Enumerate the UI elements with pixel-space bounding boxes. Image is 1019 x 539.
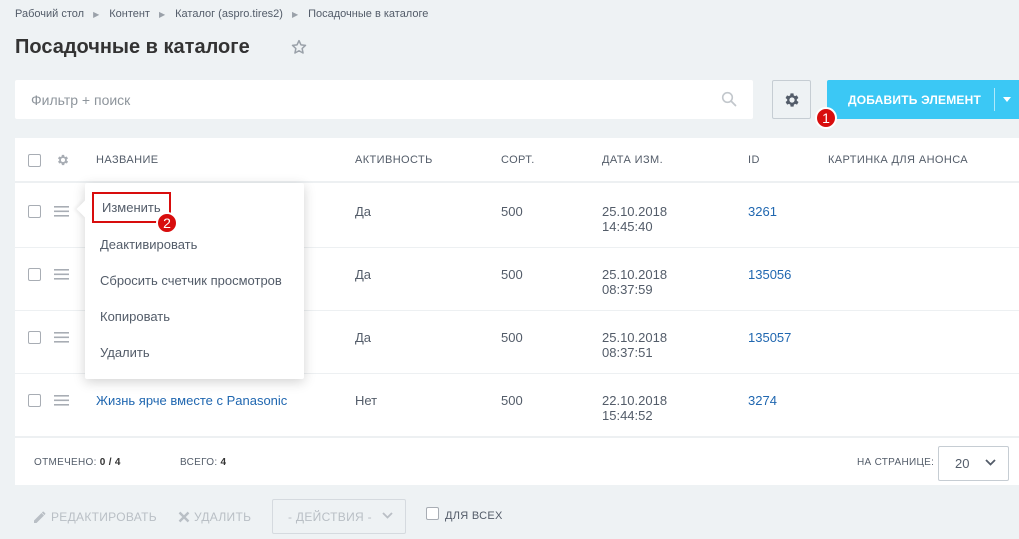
row-date: 25.10.2018 14:45:40 bbox=[602, 204, 667, 234]
row-name[interactable]: Жизнь ярче вместе с Panasonic bbox=[96, 393, 287, 408]
row-id[interactable]: 3261 bbox=[748, 204, 777, 219]
select-all-checkbox[interactable] bbox=[28, 154, 41, 167]
breadcrumb-item-current[interactable]: Посадочные в каталоге bbox=[308, 8, 428, 20]
delete-action-label: УДАЛИТЬ bbox=[194, 510, 252, 524]
breadcrumb: Рабочий стол ▶ Контент ▶ Каталог (aspro.… bbox=[15, 8, 428, 20]
annotation-marker-2: 2 bbox=[156, 212, 178, 234]
column-header-date[interactable]: ДАТА ИЗМ. bbox=[602, 154, 663, 166]
breadcrumb-separator-icon: ▶ bbox=[291, 9, 299, 19]
row-id[interactable]: 135057 bbox=[748, 330, 791, 345]
row-date-time: 08:37:51 bbox=[602, 345, 653, 360]
edit-action-button[interactable]: РЕДАКТИРОВАТЬ bbox=[33, 510, 157, 524]
breadcrumb-item-catalog[interactable]: Каталог (aspro.tires2) bbox=[175, 8, 283, 20]
menu-item-reset-views[interactable]: Сбросить счетчик просмотров bbox=[100, 273, 282, 288]
caret-down-icon bbox=[1003, 97, 1011, 102]
close-icon bbox=[178, 511, 190, 523]
chevron-down-icon bbox=[382, 512, 393, 519]
edit-action-label: РЕДАКТИРОВАТЬ bbox=[51, 510, 157, 524]
row-date-time: 14:45:40 bbox=[602, 219, 653, 234]
row-date-time: 08:37:59 bbox=[602, 282, 653, 297]
row-checkbox[interactable] bbox=[28, 268, 41, 281]
row-date: 25.10.2018 08:37:51 bbox=[602, 330, 667, 360]
checked-value: 0 / 4 bbox=[99, 457, 121, 468]
column-settings-gear-icon[interactable] bbox=[56, 153, 70, 167]
row-date-day: 22.10.2018 bbox=[602, 393, 668, 408]
row-date-day: 25.10.2018 bbox=[602, 204, 668, 219]
total-value: 4 bbox=[220, 457, 227, 468]
column-header-name[interactable]: НАЗВАНИЕ bbox=[96, 154, 159, 166]
row-menu-icon[interactable] bbox=[54, 206, 69, 217]
star-icon[interactable] bbox=[290, 38, 308, 56]
row-id[interactable]: 3274 bbox=[748, 393, 777, 408]
row-active: Нет bbox=[355, 393, 378, 408]
per-page-label: НА СТРАНИЦЕ: bbox=[857, 457, 935, 468]
table-row[interactable]: Жизнь ярче вместе с Panasonic Нет 500 22… bbox=[15, 374, 1019, 437]
breadcrumb-separator-icon: ▶ bbox=[158, 9, 166, 19]
annotation-marker-1: 1 bbox=[815, 107, 837, 129]
column-header-id[interactable]: ID bbox=[748, 154, 760, 166]
menu-item-copy[interactable]: Копировать bbox=[100, 309, 170, 324]
breadcrumb-item-desktop[interactable]: Рабочий стол bbox=[15, 8, 84, 20]
table-footer: ОТМЕЧЕНО: 0 / 4 ВСЕГО: 4 НА СТРАНИЦЕ: 20 bbox=[15, 437, 1019, 485]
row-menu-icon[interactable] bbox=[54, 332, 69, 343]
breadcrumb-separator-icon: ▶ bbox=[93, 9, 100, 19]
add-element-label: ДОБАВИТЬ ЭЛЕМЕНТ bbox=[848, 92, 981, 107]
column-header-sort[interactable]: СОРТ. bbox=[501, 154, 535, 166]
delete-action-button[interactable]: УДАЛИТЬ bbox=[178, 510, 251, 524]
group-action-bar: РЕДАКТИРОВАТЬ УДАЛИТЬ - ДЕЙСТВИЯ - ДЛЯ В… bbox=[15, 487, 1019, 539]
row-id[interactable]: 135056 bbox=[748, 267, 791, 282]
row-active: Да bbox=[355, 330, 372, 345]
for-all-label: ДЛЯ ВСЕХ bbox=[445, 509, 503, 522]
filter-search-input[interactable] bbox=[15, 80, 705, 119]
total-label: ВСЕГО: bbox=[180, 457, 218, 468]
pencil-icon bbox=[34, 511, 46, 523]
checked-label: ОТМЕЧЕНО: bbox=[34, 457, 97, 468]
gear-icon bbox=[785, 92, 799, 107]
settings-button[interactable] bbox=[772, 80, 811, 119]
table-header: НАЗВАНИЕ АКТИВНОСТЬ СОРТ. ДАТА ИЗМ. ID К… bbox=[15, 138, 1019, 183]
actions-select[interactable]: - ДЕЙСТВИЯ - bbox=[272, 499, 406, 534]
menu-item-deactivate[interactable]: Деактивировать bbox=[100, 237, 197, 252]
row-date: 22.10.2018 15:44:52 bbox=[602, 393, 667, 423]
breadcrumb-item-content[interactable]: Контент bbox=[109, 8, 150, 20]
row-sort: 500 bbox=[501, 267, 523, 282]
row-sort: 500 bbox=[501, 330, 523, 345]
chevron-down-icon bbox=[985, 459, 996, 466]
row-sort: 500 bbox=[501, 393, 523, 408]
row-checkbox[interactable] bbox=[28, 394, 41, 407]
row-active: Да bbox=[355, 267, 372, 282]
row-checkbox[interactable] bbox=[28, 331, 41, 344]
row-active: Да bbox=[355, 204, 372, 219]
row-date-day: 25.10.2018 bbox=[602, 267, 668, 282]
row-context-menu: Изменить Деактивировать Сбросить счетчик… bbox=[85, 183, 304, 379]
search-icon[interactable] bbox=[721, 91, 737, 107]
row-sort: 500 bbox=[501, 204, 523, 219]
total-counter: ВСЕГО: 4 bbox=[180, 457, 226, 468]
row-checkbox[interactable] bbox=[28, 205, 41, 218]
actions-select-value: - ДЕЙСТВИЯ - bbox=[288, 509, 372, 524]
page-title: Посадочные в каталоге bbox=[15, 36, 250, 58]
row-menu-icon[interactable] bbox=[54, 395, 69, 406]
add-element-button[interactable]: ДОБАВИТЬ ЭЛЕМЕНТ bbox=[827, 80, 1019, 119]
menu-item-delete[interactable]: Удалить bbox=[100, 345, 150, 360]
row-date: 25.10.2018 08:37:59 bbox=[602, 267, 667, 297]
for-all-checkbox[interactable] bbox=[426, 507, 439, 520]
per-page-value: 20 bbox=[955, 456, 970, 471]
row-date-time: 15:44:52 bbox=[602, 408, 653, 423]
column-header-image[interactable]: КАРТИНКА ДЛЯ АНОНСА bbox=[828, 154, 968, 166]
column-header-active[interactable]: АКТИВНОСТЬ bbox=[355, 154, 433, 166]
per-page-select[interactable]: 20 bbox=[938, 446, 1009, 481]
filter-search-box bbox=[15, 80, 753, 119]
row-menu-icon[interactable] bbox=[54, 269, 69, 280]
row-date-day: 25.10.2018 bbox=[602, 330, 668, 345]
for-all-toggle[interactable]: ДЛЯ ВСЕХ bbox=[426, 507, 503, 522]
add-element-dropdown[interactable] bbox=[995, 97, 1019, 102]
checked-counter: ОТМЕЧЕНО: 0 / 4 bbox=[34, 457, 121, 468]
